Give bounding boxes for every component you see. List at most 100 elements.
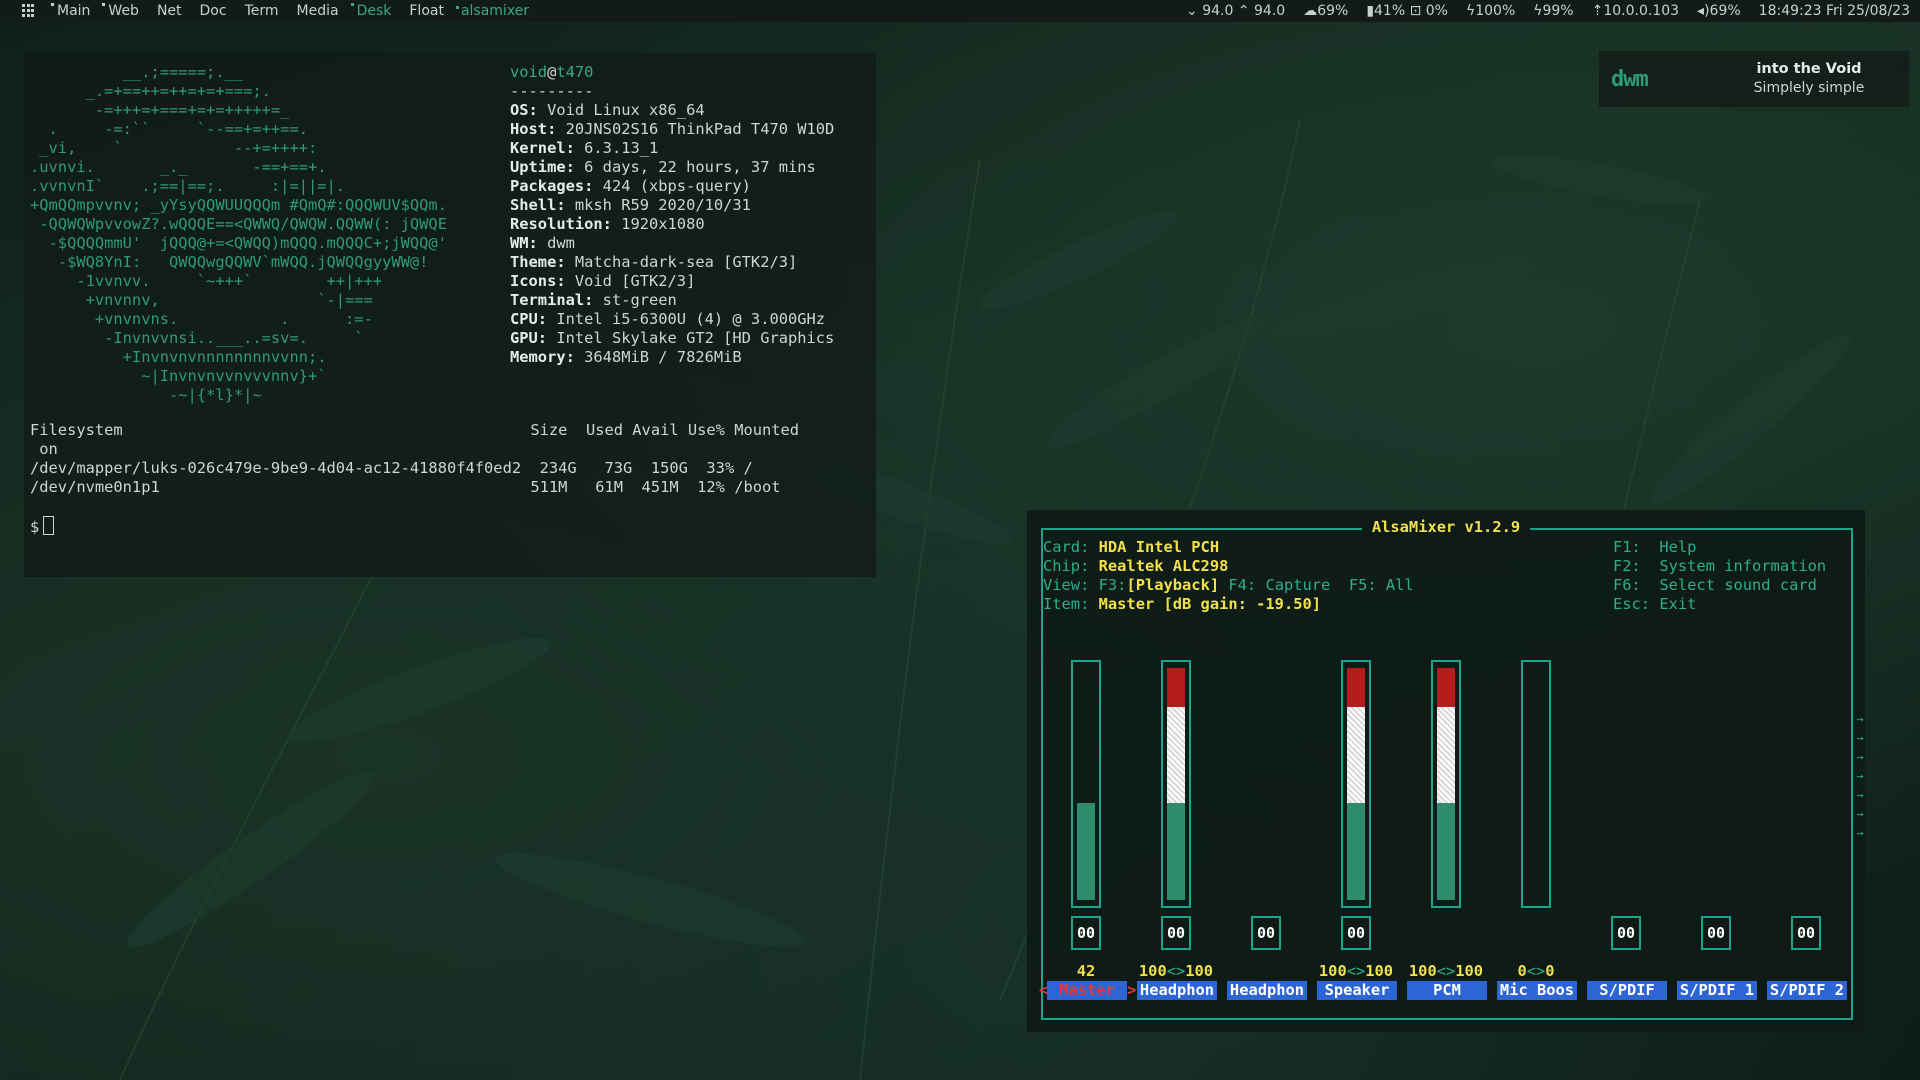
info-row: Icons: Void [GTK2/3] — [510, 272, 834, 291]
battery-1: ϟ100% — [1465, 3, 1516, 19]
channel-name[interactable]: S/PDIF 1 — [1677, 981, 1757, 1000]
notification[interactable]: dwm into the Void Simplely simple — [1599, 51, 1909, 107]
mute-toggle[interactable]: 00 — [1161, 916, 1191, 950]
mute-toggle[interactable]: 00 — [1071, 916, 1101, 950]
mute-toggle[interactable]: 00 — [1341, 916, 1371, 950]
channel-name[interactable]: Speaker — [1317, 981, 1397, 1000]
info-value: Matcha-dark-sea [GTK2/3] — [565, 253, 798, 271]
system-status: ⌄ 94.0 ⌃ 94.0 ☁69% ▮41% ⊡ 0% ϟ100% ϟ99% … — [1186, 3, 1920, 19]
info-row: OS: Void Linux x86_64 — [510, 101, 834, 120]
info-value: Intel Skylake GT2 [HD Graphics — [547, 329, 835, 347]
help-f2[interactable]: F2: System information — [1613, 557, 1826, 575]
channel-name[interactable]: Master — [1047, 981, 1127, 1000]
mute-toggle[interactable]: 00 — [1791, 916, 1821, 950]
info-key: Packages: — [510, 177, 594, 195]
terminal-window[interactable]: __.;=====;.__ _.=+==++=++=+=+===;. -=+++… — [24, 53, 876, 577]
info-row: Kernel: 6.3.13_1 — [510, 139, 834, 158]
channel-name[interactable]: Mic Boos — [1497, 981, 1577, 1000]
chip-value: Realtek ALC298 — [1098, 557, 1229, 575]
channel-value: 42 — [1076, 962, 1096, 980]
info-key: Memory: — [510, 348, 575, 366]
prompt-symbol: $ — [30, 518, 40, 536]
info-value: 424 (xbps-query) — [593, 177, 751, 195]
tag-desk[interactable]: Desk — [348, 0, 401, 22]
item-row: Item: Master [dB gain: -19.50] — [1043, 595, 1322, 613]
info-key: Uptime: — [510, 158, 575, 176]
level-mid — [1167, 707, 1185, 803]
level-high — [1167, 668, 1185, 707]
volume-bar[interactable] — [1071, 660, 1101, 908]
channel-name[interactable]: Headphon — [1137, 981, 1217, 1000]
tag-float[interactable]: Float — [400, 0, 453, 22]
channel-name[interactable]: S/PDIF 2 — [1767, 981, 1847, 1000]
void-ascii-logo: __.;=====;.__ _.=+==++=++=+=+===;. -=+++… — [30, 63, 447, 404]
info-value: st-green — [593, 291, 677, 309]
help-f6[interactable]: F6: Select sound card — [1613, 576, 1817, 594]
mute-toggle[interactable]: 00 — [1701, 916, 1731, 950]
dwm-logo: dwm — [1611, 67, 1649, 92]
info-value: 6.3.13_1 — [574, 139, 659, 157]
selection-marker-right: > — [1127, 981, 1137, 999]
card-row: Card: HDA Intel PCH — [1043, 538, 1220, 556]
info-key: Terminal: — [510, 291, 594, 309]
help-esc[interactable]: Esc: Exit — [1613, 595, 1696, 613]
channel-name[interactable]: Headphon — [1227, 981, 1307, 1000]
help-f1[interactable]: F1: Help — [1613, 538, 1696, 556]
mixer-title: AlsaMixer v1.2.9 — [1361, 518, 1531, 536]
battery-2: ϟ99% — [1533, 3, 1574, 19]
hostname: t470 — [556, 63, 594, 81]
df-output: Filesystem Size Used Avail Use% Mounted … — [30, 421, 800, 496]
info-key: Kernel: — [510, 139, 575, 157]
mute-toggle[interactable]: 00 — [1251, 916, 1281, 950]
net-speed: ⌄ 94.0 ⌃ 94.0 — [1186, 3, 1286, 19]
volume-bar[interactable] — [1431, 660, 1461, 908]
selection-marker-left: < — [1039, 981, 1049, 999]
tag-web[interactable]: Web — [99, 0, 148, 22]
info-key: Resolution: — [510, 215, 612, 233]
info-value: 6 days, 22 hours, 37 mins — [574, 158, 816, 176]
volume-bar[interactable] — [1161, 660, 1191, 908]
memory-swap: ▮41% ⊡ 0% — [1366, 3, 1448, 19]
level-high — [1347, 668, 1365, 707]
info-row: Resolution: 1920x1080 — [510, 215, 834, 234]
card-value: HDA Intel PCH — [1098, 538, 1220, 556]
tag-net[interactable]: Net — [148, 0, 191, 22]
shell-prompt[interactable]: $ — [30, 516, 55, 537]
level-mid — [1437, 707, 1455, 803]
info-row: Memory: 3648MiB / 7826MiB — [510, 348, 834, 367]
volume-bar[interactable] — [1521, 660, 1551, 908]
mute-toggle[interactable]: 00 — [1611, 916, 1641, 950]
info-key: Host: — [510, 120, 557, 138]
info-row: Packages: 424 (xbps-query) — [510, 177, 834, 196]
alsamixer-window[interactable]: AlsaMixer v1.2.9 Card: HDA Intel PCH Chi… — [1027, 510, 1865, 1032]
info-key: WM: — [510, 234, 538, 252]
focused-window-title: alsamixer — [453, 3, 529, 19]
info-row: Terminal: st-green — [510, 291, 834, 310]
tag-main[interactable]: Main — [48, 0, 99, 22]
channel-name[interactable]: PCM — [1407, 981, 1487, 1000]
info-row: Theme: Matcha-dark-sea [GTK2/3] — [510, 253, 834, 272]
info-row: Uptime: 6 days, 22 hours, 37 mins — [510, 158, 834, 177]
status-bar: Main Web Net Doc Term Media Desk Float a… — [0, 0, 1920, 22]
volume-bar[interactable] — [1341, 660, 1371, 908]
info-row: WM: dwm — [510, 234, 834, 253]
view-row[interactable]: View: F3:[Playback] F4: Capture F5: All — [1043, 576, 1414, 594]
info-row: Host: 20JNS02S16 ThinkPad T470 W10D — [510, 120, 834, 139]
channel-name[interactable]: S/PDIF — [1587, 981, 1667, 1000]
tag-term[interactable]: Term — [236, 0, 288, 22]
info-row: Shell: mksh R59 2020/10/31 — [510, 196, 834, 215]
info-key: Icons: — [510, 272, 566, 290]
info-key: Shell: — [510, 196, 566, 214]
channel-value: 100<>100 — [1318, 962, 1394, 980]
username: void — [510, 63, 548, 81]
info-key: GPU: — [510, 329, 548, 347]
at-sign: @ — [547, 63, 557, 81]
tag-doc[interactable]: Doc — [191, 0, 236, 22]
separator: --------- — [510, 82, 594, 100]
chip-row: Chip: Realtek ALC298 — [1043, 557, 1229, 575]
layout-grid-icon[interactable] — [22, 4, 36, 18]
tag-media[interactable]: Media — [288, 0, 348, 22]
info-value: Intel i5-6300U (4) @ 3.000GHz — [547, 310, 826, 328]
clock: 18:49:23 Fri 25/08/23 — [1758, 3, 1910, 19]
info-row: GPU: Intel Skylake GT2 [HD Graphics — [510, 329, 834, 348]
